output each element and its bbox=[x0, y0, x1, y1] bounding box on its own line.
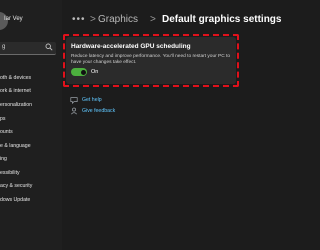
sidebar-item-label: acy & security bbox=[0, 183, 33, 189]
sidebar-item-label: essibility bbox=[0, 170, 20, 176]
user-name: Iar Vey bbox=[4, 16, 23, 22]
page-title: Default graphics settings bbox=[162, 14, 282, 25]
sidebar-item-personalization[interactable]: ersonalization bbox=[0, 99, 60, 111]
sidebar-item-time-language[interactable]: e & language bbox=[0, 140, 60, 152]
sidebar-item-windows-update[interactable]: dows Update bbox=[0, 194, 60, 206]
sidebar-item-label: oth & devices bbox=[0, 75, 32, 81]
breadcrumb-separator: > bbox=[150, 14, 156, 25]
sidebar-item-label: ersonalization bbox=[0, 102, 33, 108]
sidebar-item-apps[interactable]: ps bbox=[0, 113, 60, 125]
search-input[interactable]: g bbox=[0, 42, 56, 55]
sidebar: Iar Vey g oth & devices ork & internet e… bbox=[0, 0, 62, 250]
search-input-value: g bbox=[2, 44, 6, 50]
sidebar-item-network-internet[interactable]: ork & internet bbox=[0, 85, 60, 97]
sidebar-item-gaming[interactable]: ing bbox=[0, 153, 60, 165]
breadcrumb-overflow-button[interactable]: ••• bbox=[72, 14, 86, 25]
search-icon[interactable] bbox=[45, 43, 53, 51]
give-feedback-label: Give feedback bbox=[82, 108, 116, 114]
sidebar-item-label: ounts bbox=[0, 129, 13, 135]
sidebar-item-label: ork & internet bbox=[0, 88, 31, 94]
get-help-label: Get help bbox=[82, 97, 102, 103]
sidebar-item-label: e & language bbox=[0, 143, 31, 149]
highlight-frame bbox=[63, 34, 239, 87]
breadcrumb-separator: > bbox=[90, 14, 96, 25]
sidebar-item-accounts[interactable]: ounts bbox=[0, 126, 60, 138]
sidebar-item-bluetooth-devices[interactable]: oth & devices bbox=[0, 72, 60, 84]
help-icon bbox=[70, 97, 78, 104]
sidebar-item-label: ing bbox=[0, 156, 7, 162]
sidebar-item-label: ps bbox=[0, 116, 6, 122]
feedback-icon bbox=[70, 107, 78, 115]
sidebar-item-accessibility[interactable]: essibility bbox=[0, 167, 60, 179]
sidebar-item-label: dows Update bbox=[0, 197, 31, 203]
sidebar-item-privacy-security[interactable]: acy & security bbox=[0, 180, 60, 192]
breadcrumb-graphics-link[interactable]: Graphics bbox=[98, 14, 138, 25]
